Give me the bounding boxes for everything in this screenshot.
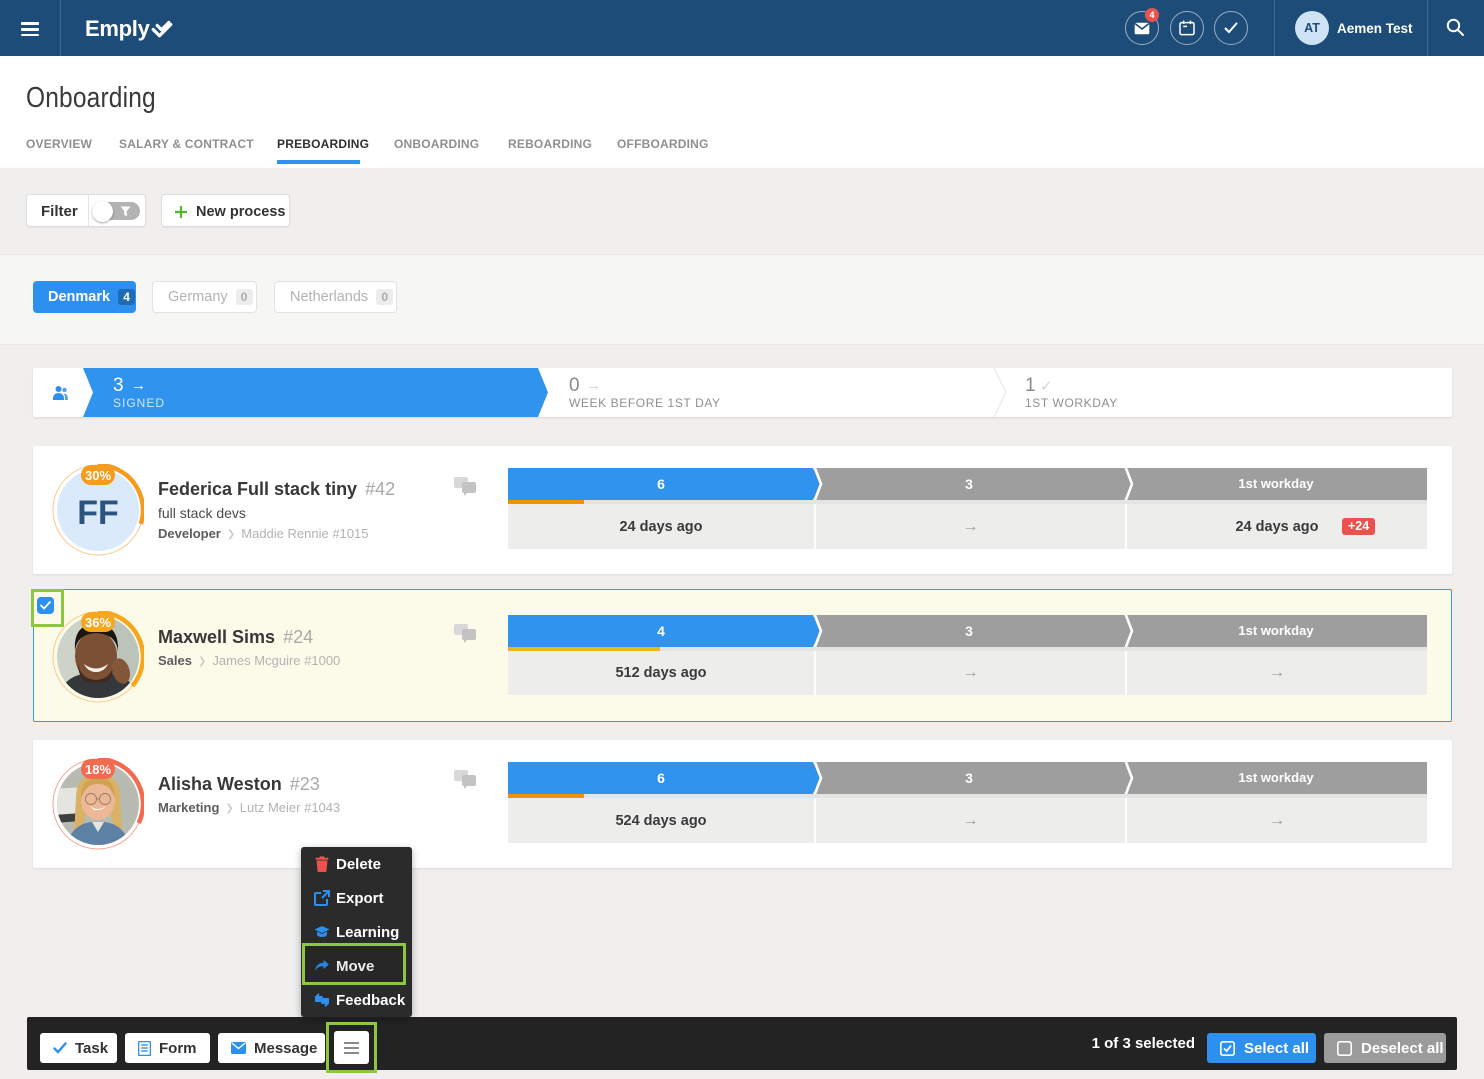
svg-text:FF: FF — [77, 494, 119, 532]
